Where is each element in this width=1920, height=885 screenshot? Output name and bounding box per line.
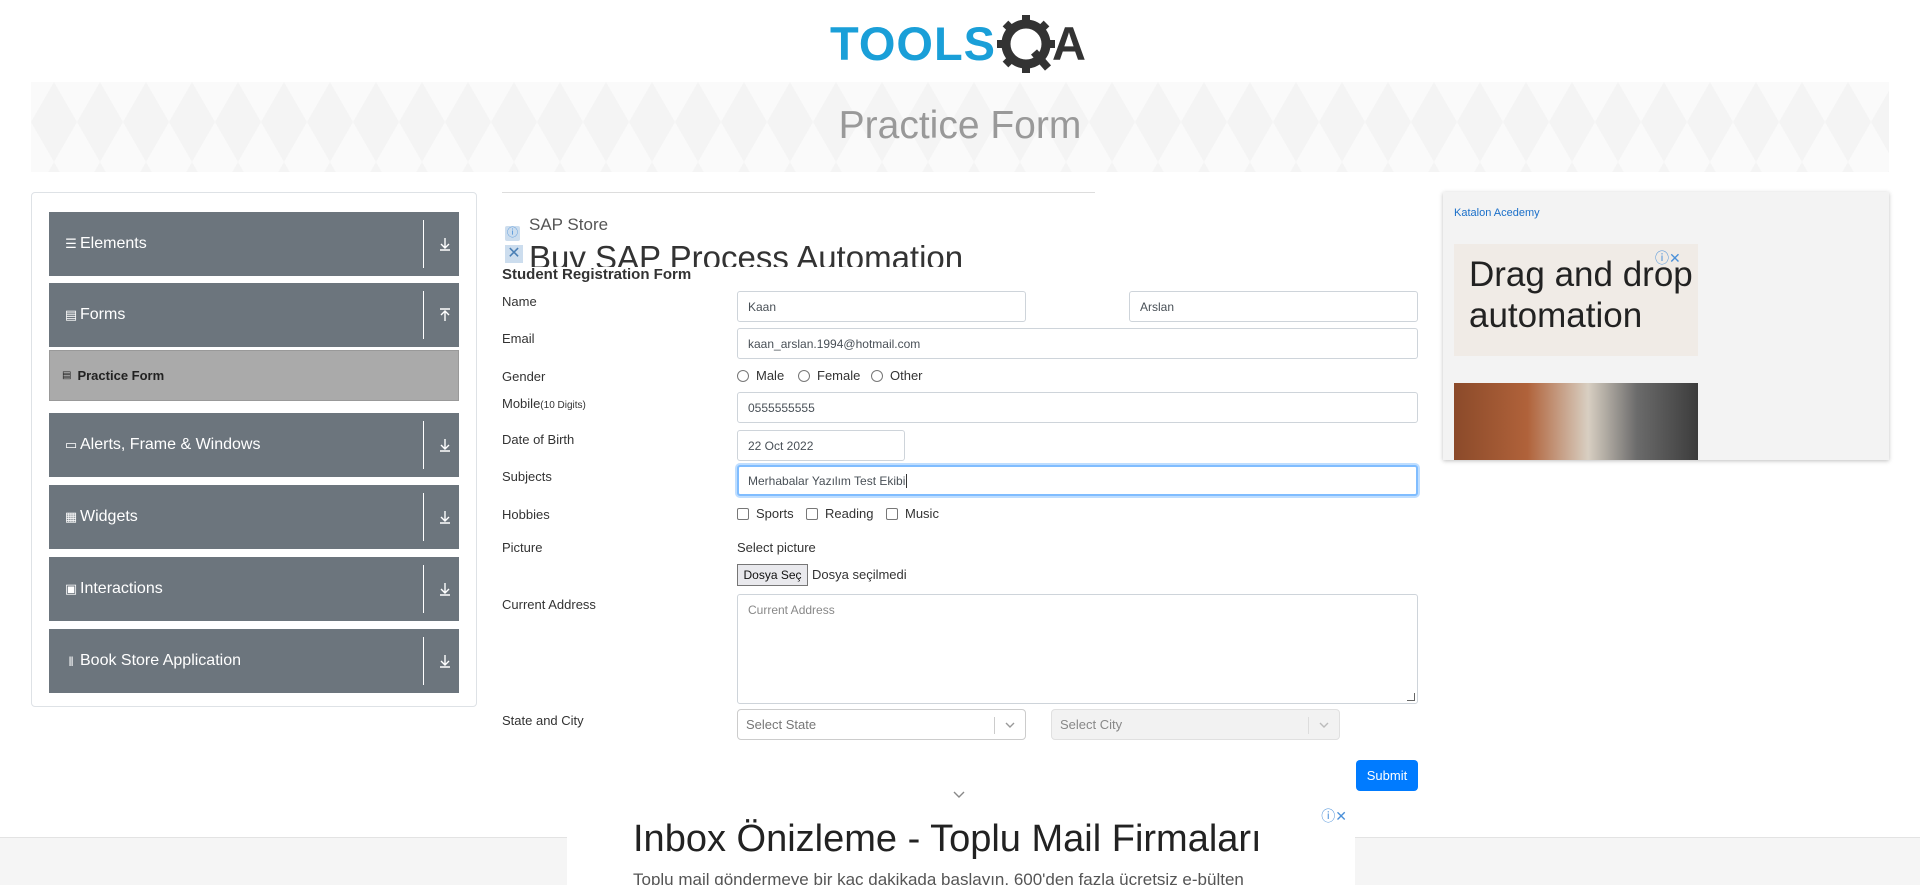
books-icon: ‖ xyxy=(68,653,74,669)
radio-label: Other xyxy=(890,368,923,383)
gender-female-radio[interactable]: Female xyxy=(798,368,860,383)
state-placeholder: Select State xyxy=(746,717,817,732)
mobile-label: Mobile(10 Digits) xyxy=(502,396,586,411)
select-picture-label: Select picture xyxy=(737,540,816,555)
radio-label: Female xyxy=(817,368,861,383)
hobby-reading-checkbox[interactable]: Reading xyxy=(806,506,873,521)
resize-handle-icon[interactable] xyxy=(1407,693,1415,701)
subjects-value: Merhabalar Yazılım Test Ekibi xyxy=(748,473,906,488)
chevron-down-icon xyxy=(1319,722,1329,728)
svg-text:TOOLS: TOOLS xyxy=(830,17,996,70)
form-icon: ▤ xyxy=(62,370,72,381)
sidebar-group-label: Elements xyxy=(80,235,147,252)
sidebar-group-label: Forms xyxy=(80,306,126,323)
sidebar-item-practice-form[interactable]: ▤ Practice Form xyxy=(49,350,459,401)
gender-male-radio[interactable]: Male xyxy=(737,368,784,383)
logo-image: TOOLS A xyxy=(830,15,1086,73)
download-arrow-icon[interactable] xyxy=(437,437,453,453)
city-select[interactable]: Select City xyxy=(1051,709,1340,740)
chevron-down-icon xyxy=(1005,722,1015,728)
form-title: Student Registration Form xyxy=(502,266,692,283)
hobby-music-checkbox[interactable]: Music xyxy=(886,506,939,521)
ad-banner-bottom[interactable]: Inbox Önizleme - Toplu Mail Firmaları To… xyxy=(567,804,1355,885)
ad-info-icon[interactable]: ⓘ xyxy=(505,226,520,241)
dob-label: Date of Birth xyxy=(502,432,575,447)
upload-arrow-icon[interactable] xyxy=(437,307,453,323)
download-arrow-icon[interactable] xyxy=(437,581,453,597)
checkbox-label: Reading xyxy=(825,506,874,521)
picture-label: Picture xyxy=(502,540,543,555)
ad-banner-top[interactable]: ⓘ ✕ SAP Store Buy SAP Process Automation xyxy=(502,192,1095,267)
ad-close-icon[interactable]: ⓘ✕ xyxy=(1655,248,1681,268)
date-of-birth-input[interactable]: 22 Oct 2022 xyxy=(737,430,905,461)
file-status: Dosya seçilmedi xyxy=(812,567,907,582)
sidebar-group-book-store[interactable]: ‖ Book Store Application xyxy=(49,629,459,693)
first-name-input[interactable]: Kaan xyxy=(737,291,1026,322)
chevron-down-icon[interactable] xyxy=(952,790,966,800)
subjects-input[interactable]: Merhabalar Yazılım Test Ekibi xyxy=(737,465,1418,496)
sidebar-item-label: Practice Form xyxy=(77,368,165,383)
widgets-icon: ▦ xyxy=(64,509,78,524)
checkbox-label: Music xyxy=(905,506,939,521)
download-arrow-icon[interactable] xyxy=(437,236,453,252)
ad-photo xyxy=(1454,383,1698,460)
list-icon: ☰ xyxy=(65,236,77,251)
radio-label: Male xyxy=(756,368,785,383)
address-label: Current Address xyxy=(502,597,596,612)
state-select[interactable]: Select State xyxy=(737,709,1026,740)
sidebar-group-interactions[interactable]: ▣ Interactions xyxy=(49,557,459,621)
sidebar-group-forms[interactable]: ▤ Forms xyxy=(49,283,459,347)
ad-close-icon[interactable]: ✕ xyxy=(505,245,523,263)
interactions-icon: ▣ xyxy=(64,581,78,596)
page-title: Practice Form xyxy=(838,104,1082,147)
ad-store-label: SAP Store xyxy=(529,215,609,234)
katalon-ad-link[interactable]: Katalon Acedemy xyxy=(1454,207,1540,219)
sidebar-group-alerts[interactable]: ▭ Alerts, Frame & Windows xyxy=(49,413,459,477)
mobile-input[interactable]: 0555555555 xyxy=(737,392,1418,423)
sidebar: ☰ Elements ▤ Forms ▤ Practice Form ▭ Ale… xyxy=(31,192,477,707)
ad-headline: Buy SAP Process Automation xyxy=(529,239,964,267)
hobbies-label: Hobbies xyxy=(502,507,550,522)
sidebar-group-label: Book Store Application xyxy=(80,652,241,669)
state-city-label: State and City xyxy=(502,713,584,728)
download-arrow-icon[interactable] xyxy=(437,509,453,525)
sidebar-group-widgets[interactable]: ▦ Widgets xyxy=(49,485,459,549)
email-input[interactable]: kaan_arslan.1994@hotmail.com xyxy=(737,328,1418,359)
ad-headline: Inbox Önizleme - Toplu Mail Firmaları xyxy=(633,818,1262,860)
address-placeholder: Current Address xyxy=(748,603,835,617)
ad-sidebar-right[interactable]: Katalon Acedemy Drag and drop automation … xyxy=(1443,192,1889,460)
email-label: Email xyxy=(502,331,535,346)
city-placeholder: Select City xyxy=(1060,717,1123,732)
gender-other-radio[interactable]: Other xyxy=(871,368,923,383)
current-address-textarea[interactable]: Current Address xyxy=(737,594,1418,704)
window-icon: ▭ xyxy=(64,437,78,452)
mobile-label-text: Mobile xyxy=(502,396,541,411)
choose-file-button[interactable]: Dosya Seç xyxy=(737,564,808,586)
sidebar-group-label: Interactions xyxy=(80,580,163,597)
download-arrow-icon[interactable] xyxy=(437,653,453,669)
ad-headline-line2: automation xyxy=(1469,296,1643,335)
name-label: Name xyxy=(502,294,537,309)
submit-button[interactable]: Submit xyxy=(1356,760,1418,791)
ad-close-icon[interactable]: ⓘ✕ xyxy=(1321,806,1347,826)
subjects-label: Subjects xyxy=(502,469,552,484)
svg-text:A: A xyxy=(1052,17,1086,70)
sidebar-group-label: Alerts, Frame & Windows xyxy=(80,436,261,453)
checkbox-label: Sports xyxy=(756,506,794,521)
gender-label: Gender xyxy=(502,369,546,384)
sidebar-group-elements[interactable]: ☰ Elements xyxy=(49,212,459,276)
ad-subtext: Toplu mail göndermeye bir kaç dakikada b… xyxy=(633,870,1244,885)
sidebar-group-label: Widgets xyxy=(80,508,138,525)
page-banner: Practice Form xyxy=(31,82,1889,172)
hobby-sports-checkbox[interactable]: Sports xyxy=(737,506,794,521)
form-icon: ▤ xyxy=(64,307,78,322)
last-name-input[interactable]: Arslan xyxy=(1129,291,1418,322)
toolsqa-logo[interactable]: TOOLS A xyxy=(830,12,1092,74)
mobile-hint: (10 Digits) xyxy=(540,400,586,411)
